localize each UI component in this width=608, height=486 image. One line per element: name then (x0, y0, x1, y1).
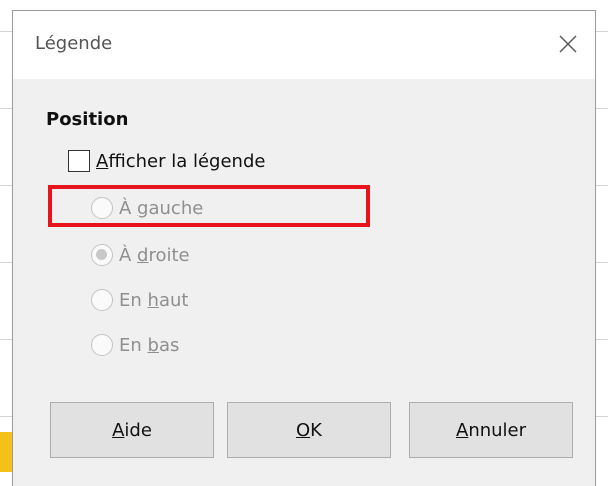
background-sheet-right (596, 0, 608, 486)
dialog-titlebar[interactable]: Légende (13, 11, 595, 79)
radio-bottom[interactable]: En bas (91, 332, 179, 358)
radio-top[interactable]: En haut (91, 287, 188, 313)
radio-button-selected[interactable] (91, 244, 113, 266)
background-gridline (596, 108, 608, 109)
dialog-title: Légende (35, 33, 113, 54)
background-gridline (0, 185, 12, 186)
background-gridline (0, 339, 12, 340)
background-gridline (0, 108, 12, 109)
cancel-button-label: Annuler (455, 419, 527, 441)
background-highlighted-cell (0, 432, 12, 472)
checkbox-box[interactable] (68, 150, 90, 172)
ok-button[interactable]: OK (227, 402, 391, 458)
background-gridline (596, 185, 608, 186)
show-legend-checkbox[interactable]: Afficher la légende (68, 148, 265, 174)
background-gridline (0, 31, 12, 32)
ok-button-label: OK (296, 419, 322, 441)
radio-bottom-label: En bas (119, 334, 180, 356)
show-legend-label: Afficher la légende (96, 150, 266, 172)
radio-button[interactable] (91, 334, 113, 356)
radio-right[interactable]: À droite (91, 242, 190, 268)
legend-dialog: Légende Position Afficher la légende À g… (12, 10, 596, 486)
help-button[interactable]: Aide (50, 402, 214, 458)
close-button[interactable] (555, 31, 581, 57)
position-heading: Position (46, 109, 129, 130)
radio-button[interactable] (91, 289, 113, 311)
background-gridline (596, 339, 608, 340)
background-gridline (596, 262, 608, 263)
close-icon (559, 35, 577, 53)
background-gridline (596, 416, 608, 417)
background-gridline (0, 416, 12, 417)
help-button-label: Aide (112, 419, 152, 441)
annotation-highlight-box (48, 185, 370, 227)
radio-right-label: À droite (119, 244, 190, 266)
radio-top-label: En haut (119, 289, 189, 311)
background-sheet-left (0, 0, 12, 486)
background-gridline (0, 262, 12, 263)
background-gridline (596, 31, 608, 32)
cancel-button[interactable]: Annuler (409, 402, 573, 458)
